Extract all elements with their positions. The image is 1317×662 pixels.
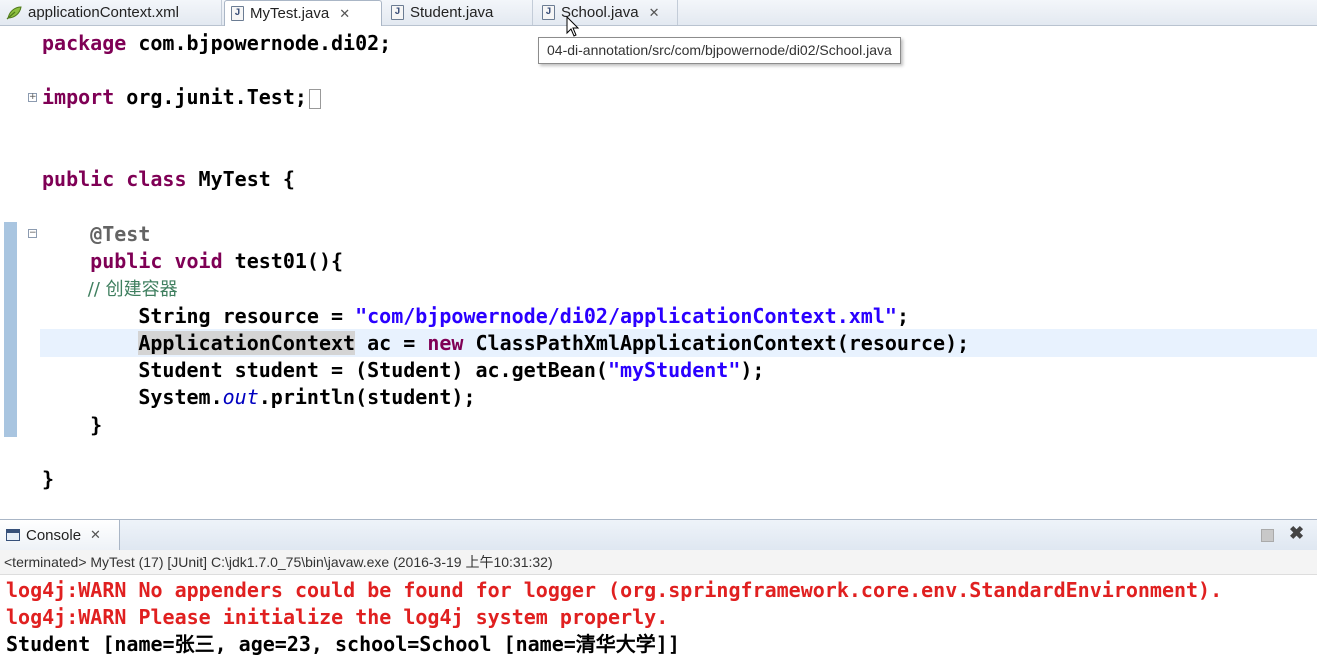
code-editor[interactable]: + − package com.bjpowernode.di02; import… <box>0 26 1317 519</box>
code-line-println: System.out.println(student); <box>42 385 476 409</box>
console-view-header: Console ✕ ✖ <box>0 519 1317 551</box>
tab-mytest-java[interactable]: J MyTest.java ✕ <box>224 0 382 26</box>
console-tab-label: Console <box>26 526 82 544</box>
code-line-class-decl: public class MyTest { <box>42 167 295 191</box>
tab-label: Student.java <box>410 4 494 21</box>
mouse-cursor-icon <box>566 16 580 37</box>
code-line-method-decl: public void test01(){ <box>42 249 344 273</box>
code-line-package: package com.bjpowernode.di02; <box>42 31 392 55</box>
code-line-get-bean: Student student = (Student) ac.getBean("… <box>42 358 765 382</box>
console-output-line: log4j:WARN Please initialize the log4j s… <box>6 605 669 629</box>
code-line-comment: // 创建容器 <box>42 279 178 300</box>
java-file-icon: J <box>391 5 404 20</box>
expand-fold-icon[interactable]: + <box>28 93 37 102</box>
tab-application-context-xml[interactable]: applicationContext.xml <box>0 0 222 25</box>
console-status-line: <terminated> MyTest (17) [JUnit] C:\jdk1… <box>0 550 1317 575</box>
tab-school-java[interactable]: J School.java ✕ <box>536 0 678 25</box>
editor-tab-bar: applicationContext.xml J MyTest.java ✕ J… <box>0 0 1317 26</box>
collapsed-import-marker[interactable] <box>308 88 321 109</box>
java-file-icon: J <box>542 5 555 20</box>
tab-label: applicationContext.xml <box>28 4 179 21</box>
console-output-line: log4j:WARN No appenders could be found f… <box>6 578 1223 602</box>
code-line-class-close: } <box>42 467 55 491</box>
collapse-fold-icon[interactable]: − <box>28 229 37 238</box>
tab-label: MyTest.java <box>250 5 330 22</box>
java-file-icon: J <box>231 6 244 21</box>
close-icon[interactable]: ✕ <box>339 6 350 22</box>
code-line-import: import org.junit.Test; <box>42 84 321 111</box>
tab-console[interactable]: Console ✕ <box>0 520 120 550</box>
code-line-resource: String resource = "com/bjpowernode/di02/… <box>42 304 909 328</box>
occurrence-highlight: ApplicationContext <box>138 331 356 355</box>
tab-student-java[interactable]: J Student.java <box>385 0 533 25</box>
console-output-line: Student [name=张三, age=23, school=School … <box>6 632 680 656</box>
file-path-tooltip: 04-di-annotation/src/com/bjpowernode/di0… <box>538 37 901 64</box>
terminate-button[interactable] <box>1261 529 1274 542</box>
xml-file-icon <box>6 5 22 20</box>
change-ruler-marker <box>4 222 17 437</box>
code-line-method-close: } <box>42 413 103 437</box>
code-line-annotation: @Test <box>42 222 151 246</box>
remove-launch-button[interactable]: ✖ <box>1289 523 1304 544</box>
code-line-app-context: ApplicationContext ac = new ClassPathXml… <box>138 331 970 355</box>
close-icon[interactable]: ✕ <box>649 5 660 21</box>
console-icon <box>6 529 20 541</box>
close-icon[interactable]: ✕ <box>90 527 101 543</box>
